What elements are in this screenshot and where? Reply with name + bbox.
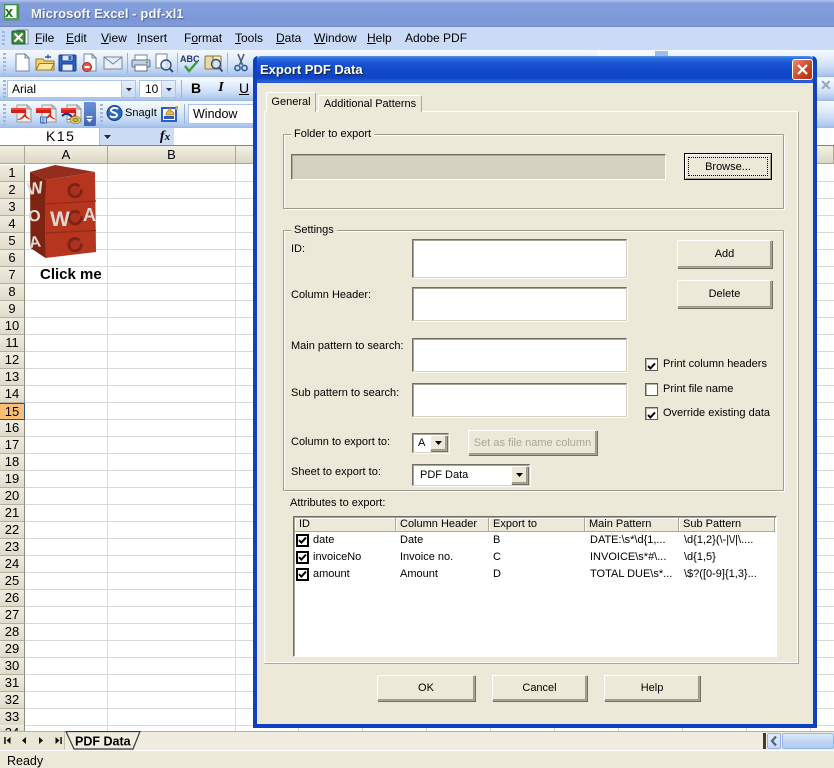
svg-text:O: O <box>27 207 42 226</box>
svg-text:W: W <box>50 208 70 231</box>
svg-text:x: x <box>5 5 13 21</box>
svg-text:PDF Data: PDF Data <box>75 735 132 749</box>
svg-text:A: A <box>83 205 96 225</box>
svg-text:2: 2 <box>42 118 45 124</box>
